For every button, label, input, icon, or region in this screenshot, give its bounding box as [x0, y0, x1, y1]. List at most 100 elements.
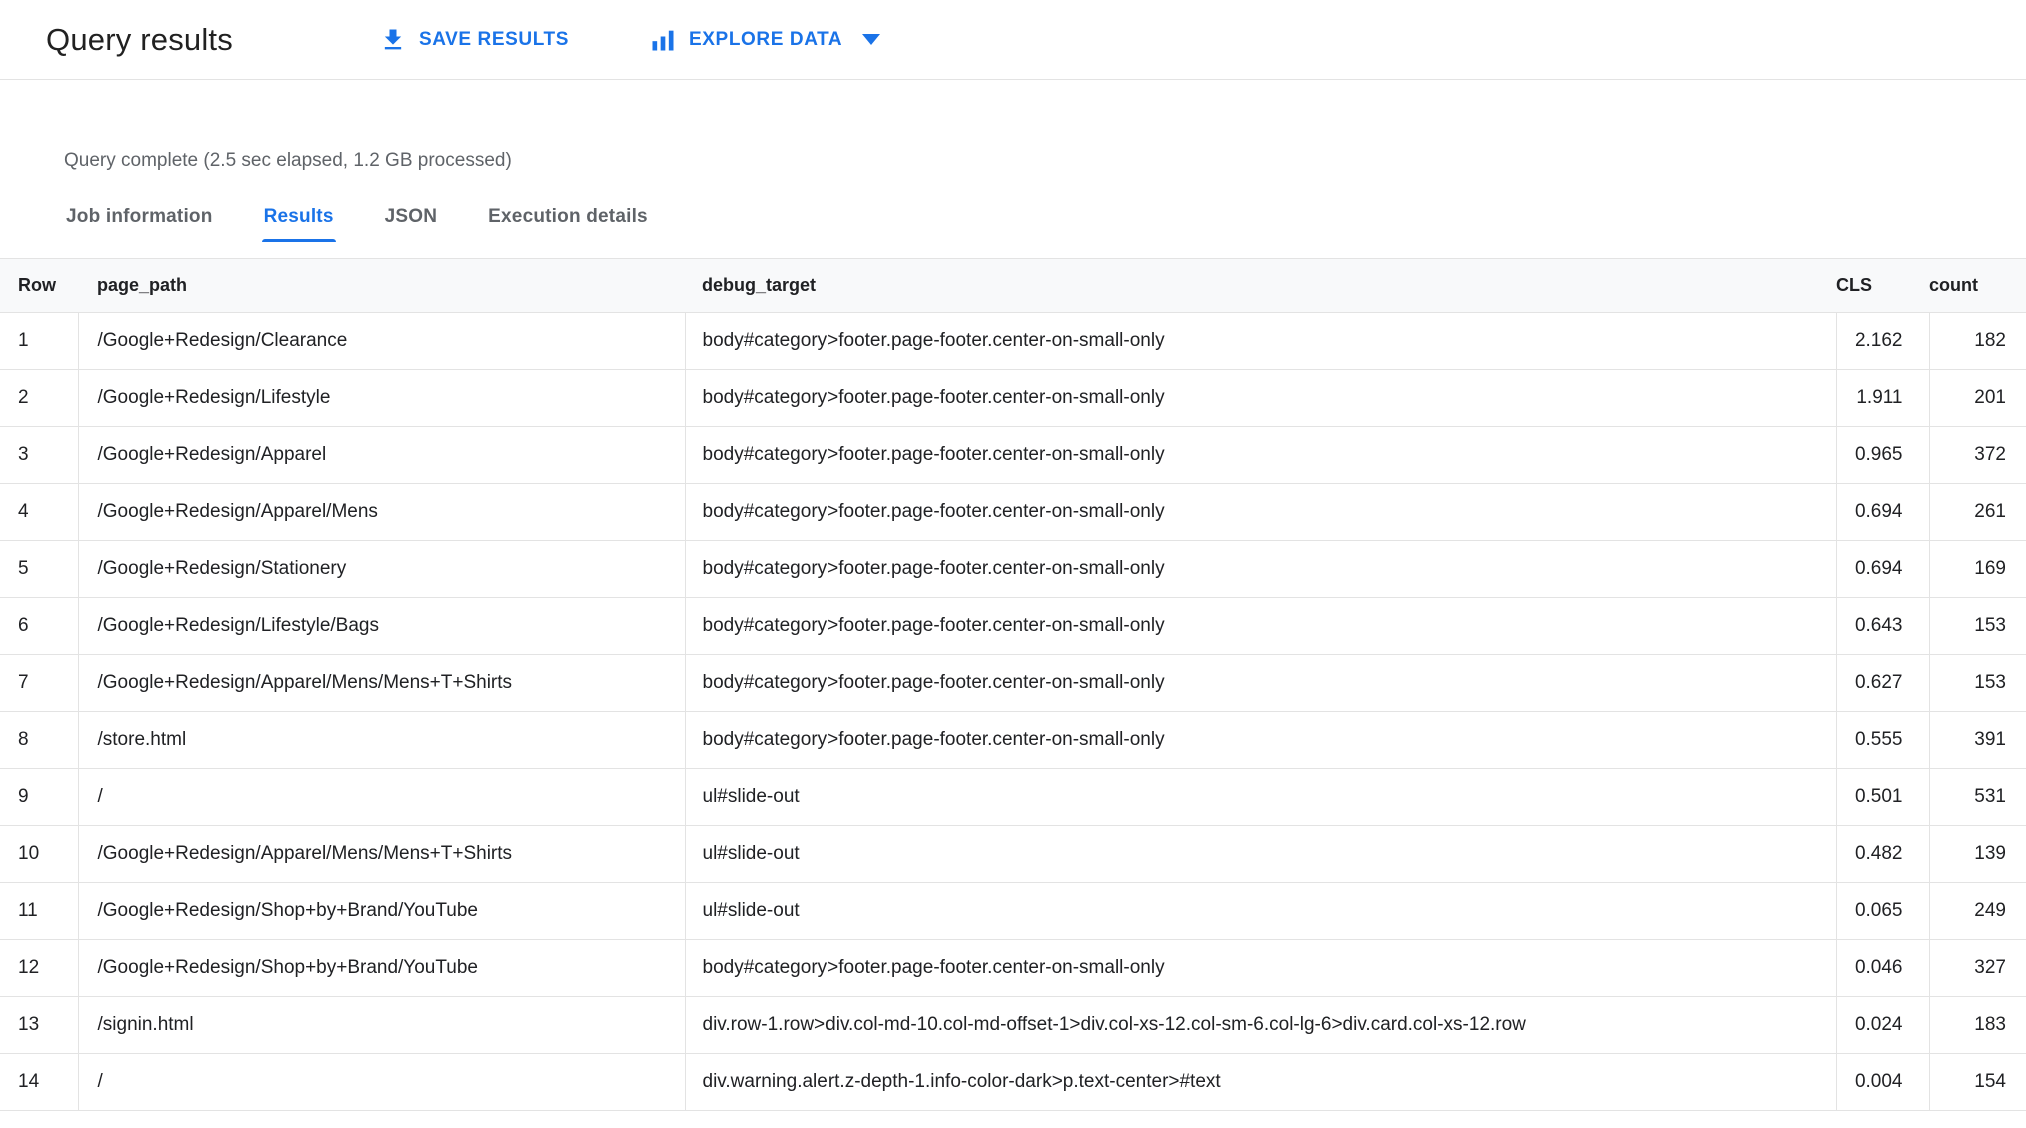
tab-json[interactable]: JSON [383, 206, 440, 242]
cell-page-path: /Google+Redesign/Shop+by+Brand/YouTube [78, 939, 686, 997]
cell-page-path: /signin.html [78, 996, 686, 1054]
results-table: Row page_path debug_target CLS count 1/G… [0, 258, 2026, 1111]
cell-count: 183 [1929, 996, 2026, 1054]
cell-page-path: /Google+Redesign/Stationery [78, 540, 686, 598]
cell-cls: 0.482 [1836, 825, 1930, 883]
cell-cls: 0.555 [1836, 711, 1930, 769]
cell-debug-target: body#category>footer.page-footer.center-… [685, 597, 1837, 655]
cell-page-path: /Google+Redesign/Apparel [78, 426, 686, 484]
cell-page-path: /Google+Redesign/Lifestyle/Bags [78, 597, 686, 655]
table-row: 4/Google+Redesign/Apparel/Mens body#categ… [0, 483, 2026, 541]
cell-debug-target: body#category>footer.page-footer.center-… [685, 369, 1837, 427]
cell-page-path: /Google+Redesign/Lifestyle [78, 369, 686, 427]
cell-debug-target: body#category>footer.page-footer.center-… [685, 540, 1837, 598]
cell-cls: 0.024 [1836, 996, 1930, 1054]
cell-count: 139 [1929, 825, 2026, 883]
cell-debug-target: body#category>footer.page-footer.center-… [685, 426, 1837, 484]
cell-count: 153 [1929, 654, 2026, 712]
cell-count: 169 [1929, 540, 2026, 598]
cell-cls: 1.911 [1836, 369, 1930, 427]
table-row: 10/Google+Redesign/Apparel/Mens/Mens+T+S… [0, 825, 2026, 883]
cell-cls: 0.694 [1836, 540, 1930, 598]
cell-page-path: /store.html [78, 711, 686, 769]
cell-debug-target: body#category>footer.page-footer.center-… [685, 312, 1837, 370]
query-results-header: Query results SAVE RESULTS EXPLORE DATA [0, 0, 2026, 80]
tab-job-information[interactable]: Job information [64, 206, 215, 242]
table-row: 14/div.warning.alert.z-depth-1.info-colo… [0, 1053, 2026, 1111]
save-results-label: SAVE RESULTS [418, 28, 570, 50]
table-row: 5/Google+Redesign/Stationery body#categor… [0, 540, 2026, 598]
cell-page-path: /Google+Redesign/Clearance [78, 312, 686, 370]
cell-page-path: / [78, 768, 686, 826]
table-row: 1/Google+Redesign/Clearance body#category… [0, 312, 2026, 370]
cell-cls: 0.004 [1836, 1053, 1930, 1111]
table-row: 3/Google+Redesign/Apparel body#category>f… [0, 426, 2026, 484]
cell-debug-target: body#category>footer.page-footer.center-… [685, 654, 1837, 712]
column-header-debug-target: debug_target [685, 258, 1836, 313]
results-table-body: 1/Google+Redesign/Clearance body#category… [0, 312, 2026, 1111]
cell-row: 6 [0, 597, 79, 655]
cell-page-path: / [78, 1053, 686, 1111]
table-row: 8/store.html body#category>footer.page-fo… [0, 711, 2026, 769]
download-icon [379, 26, 407, 54]
cell-row: 12 [0, 939, 79, 997]
cell-debug-target: div.warning.alert.z-depth-1.info-color-d… [685, 1053, 1837, 1111]
tab-execution-details[interactable]: Execution details [486, 206, 650, 242]
table-row: 9/ul#slide-out 0.501 531 [0, 768, 2026, 826]
table-row: 2/Google+Redesign/Lifestyle body#category… [0, 369, 2026, 427]
cell-row: 9 [0, 768, 79, 826]
cell-count: 372 [1929, 426, 2026, 484]
cell-count: 531 [1929, 768, 2026, 826]
cell-debug-target: ul#slide-out [685, 882, 1837, 940]
table-row: 13/signin.html div.row-1.row>div.col-md-1… [0, 996, 2026, 1054]
cell-row: 8 [0, 711, 79, 769]
cell-count: 391 [1929, 711, 2026, 769]
column-header-page-path: page_path [78, 258, 685, 313]
cell-cls: 0.965 [1836, 426, 1930, 484]
explore-data-label: EXPLORE DATA [689, 28, 843, 50]
cell-cls: 0.627 [1836, 654, 1930, 712]
cell-debug-target: ul#slide-out [685, 768, 1837, 826]
tab-results[interactable]: Results [261, 206, 336, 242]
cell-debug-target: div.row-1.row>div.col-md-10.col-md-offse… [685, 996, 1837, 1054]
cell-row: 2 [0, 369, 79, 427]
caret-down-icon [862, 34, 881, 45]
cell-cls: 0.501 [1836, 768, 1930, 826]
column-header-cls: CLS [1836, 258, 1929, 313]
header-row: Row page_path debug_target CLS count [0, 258, 2026, 313]
table-row: 6/Google+Redesign/Lifestyle/Bags body#cat… [0, 597, 2026, 655]
cell-cls: 0.065 [1836, 882, 1930, 940]
cell-count: 327 [1929, 939, 2026, 997]
cell-page-path: /Google+Redesign/Shop+by+Brand/YouTube [78, 882, 686, 940]
cell-page-path: /Google+Redesign/Apparel/Mens/Mens+T+Shi… [78, 825, 686, 883]
cell-row: 1 [0, 312, 79, 370]
cell-row: 3 [0, 426, 79, 484]
cell-cls: 2.162 [1836, 312, 1930, 370]
cell-count: 153 [1929, 597, 2026, 655]
cell-count: 261 [1929, 483, 2026, 541]
table-row: 7/Google+Redesign/Apparel/Mens/Mens+T+Sh… [0, 654, 2026, 712]
column-header-row: Row [0, 258, 78, 313]
explore-data-button[interactable]: EXPLORE DATA [649, 26, 881, 54]
cell-debug-target: body#category>footer.page-footer.center-… [685, 939, 1837, 997]
bar-chart-icon [649, 26, 677, 54]
save-results-button[interactable]: SAVE RESULTS [379, 26, 569, 54]
table-row: 12/Google+Redesign/Shop+by+Brand/YouTube… [0, 939, 2026, 997]
cell-cls: 0.643 [1836, 597, 1930, 655]
table-row: 11/Google+Redesign/Shop+by+Brand/YouTube… [0, 882, 2026, 940]
cell-debug-target: body#category>footer.page-footer.center-… [685, 711, 1837, 769]
cell-row: 5 [0, 540, 79, 598]
results-tab-bar: Job information Results JSON Execution d… [0, 206, 2026, 242]
cell-page-path: /Google+Redesign/Apparel/Mens/Mens+T+Shi… [78, 654, 686, 712]
cell-row: 10 [0, 825, 79, 883]
page-title: Query results [46, 21, 233, 57]
column-header-count: count [1929, 258, 2026, 313]
cell-count: 201 [1929, 369, 2026, 427]
cell-debug-target: body#category>footer.page-footer.center-… [685, 483, 1837, 541]
cell-cls: 0.694 [1836, 483, 1930, 541]
query-status-text: Query complete (2.5 sec elapsed, 1.2 GB … [64, 150, 512, 171]
cell-row: 11 [0, 882, 79, 940]
cell-row: 13 [0, 996, 79, 1054]
cell-row: 14 [0, 1053, 79, 1111]
cell-row: 4 [0, 483, 79, 541]
